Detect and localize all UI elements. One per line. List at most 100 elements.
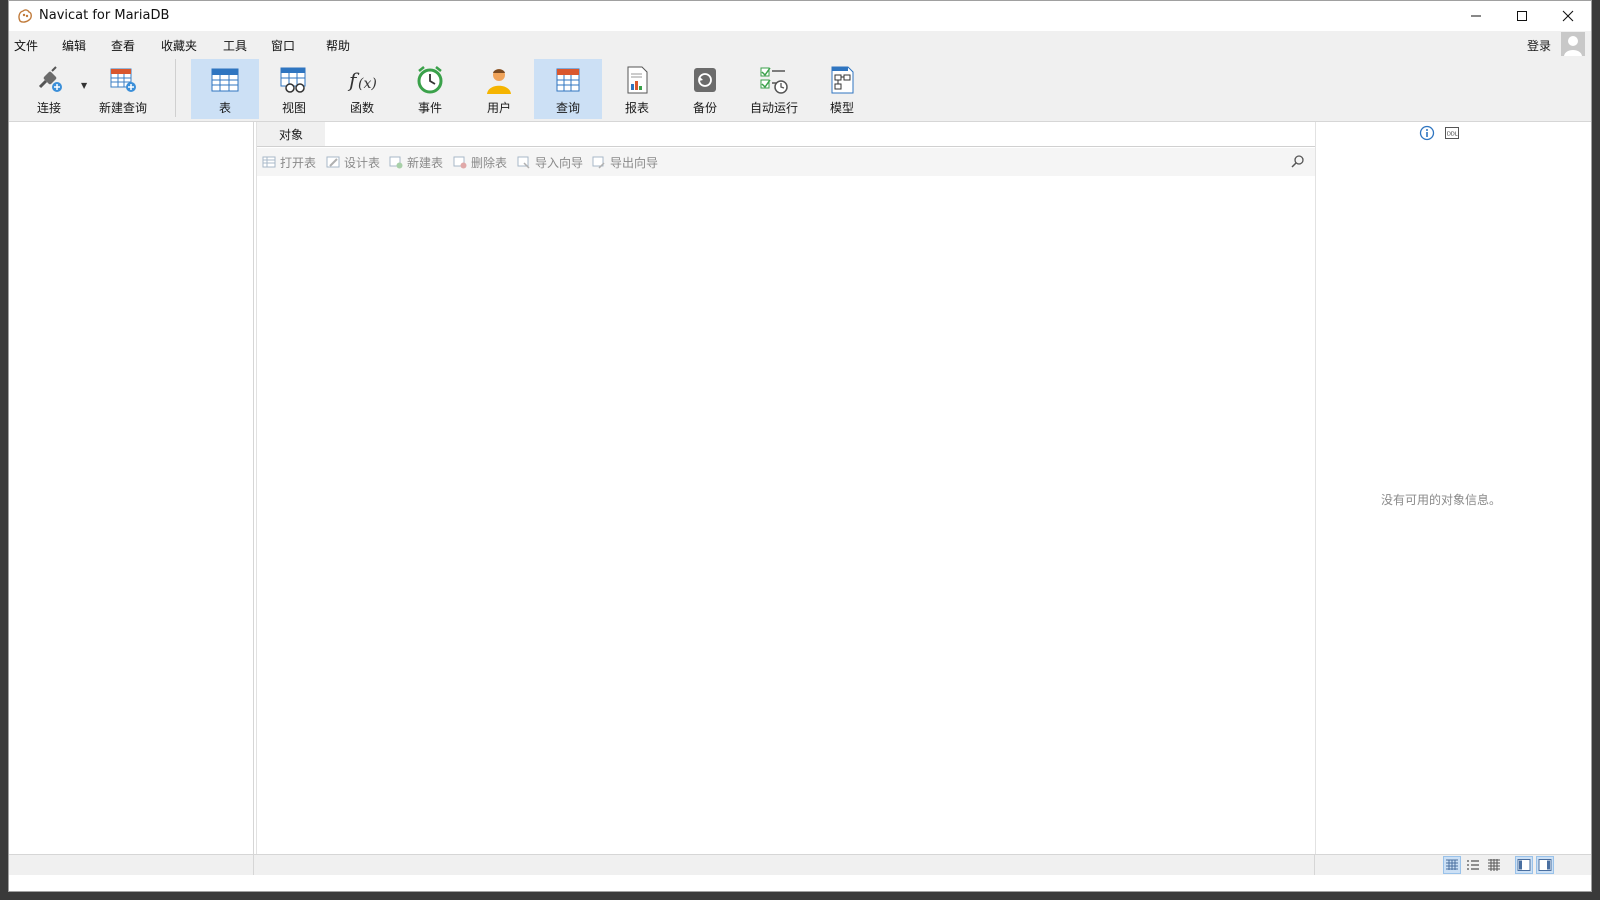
export-wizard-button[interactable]: 导出向导 [592,154,658,170]
connect-dropdown-arrow-icon[interactable]: ▼ [81,81,87,90]
maximize-icon [1517,11,1527,21]
function-icon: f (x) [347,68,377,92]
toolbar-user-button[interactable]: 用户 [465,59,533,119]
table-icon [211,68,239,92]
toolbar-model-label: 模型 [829,101,854,115]
open-table-button[interactable]: 打开表 [262,154,316,170]
toolbar-report-label: 报表 [624,101,649,115]
close-button[interactable] [1545,1,1591,31]
navicat-logo-icon [18,9,32,23]
toolbar-new-query-label: 新建查询 [98,101,147,115]
new-table-label: 新建表 [407,155,444,170]
toolbar-event-button[interactable]: 事件 [396,59,464,119]
menu-edit[interactable]: 编辑 [62,37,86,54]
delete-table-icon [453,156,467,169]
toolbar-automation-label: 自动运行 [749,101,798,115]
toolbar-table-button[interactable]: 表 [191,59,259,119]
detail-view-icon[interactable] [1486,857,1502,873]
toolbar-table-label: 表 [218,101,231,115]
tab-strip-empty-area [325,122,1315,147]
design-table-label: 设计表 [344,155,381,170]
query-icon [556,68,580,92]
toolbar-automation-button[interactable]: 自动运行 [740,59,808,119]
toggle-right-panel-icon[interactable] [1536,856,1554,874]
toolbar-event-label: 事件 [417,101,442,115]
menu-help[interactable]: 帮助 [326,37,350,54]
import-wizard-label: 导入向导 [535,155,584,170]
menu-view[interactable]: 查看 [111,37,135,54]
automation-icon [760,67,788,94]
toolbar-backup-label: 备份 [692,101,717,115]
no-object-info-message: 没有可用的对象信息。 [1380,493,1501,507]
toolbar-model-button[interactable]: 模型 [808,59,876,119]
toolbar-backup-button[interactable]: 备份 [671,59,739,119]
avatar[interactable] [1561,32,1585,56]
menu-file[interactable]: 文件 [14,37,38,54]
menu-tools[interactable]: 工具 [223,37,247,54]
toolbar-function-button[interactable]: f (x) 函数 [328,59,396,119]
delete-table-button[interactable]: 删除表 [453,154,507,170]
grid-view-icon[interactable] [1443,856,1461,874]
user-icon [487,69,511,94]
toolbar-separator [175,59,176,117]
view-icon [280,67,306,93]
toolbar-report-button[interactable]: 报表 [603,59,671,119]
new-query-icon [110,68,136,92]
menu-favorites[interactable]: 收藏夹 [161,37,197,54]
title-bar: Navicat for MariaDB [9,1,1591,31]
svg-text:DDL: DDL [1447,132,1458,138]
model-icon [831,66,854,94]
import-wizard-button[interactable]: 导入向导 [517,154,583,170]
toolbar-view-button[interactable]: 视图 [260,59,328,119]
toolbar-query-button[interactable]: 查询 [534,59,602,119]
export-wizard-label: 导出向导 [610,155,659,170]
status-divider [1314,855,1315,875]
desktop-background [0,892,1600,900]
toggle-left-panel-icon[interactable] [1515,856,1533,874]
design-table-icon [326,156,340,168]
toolbar-view-label: 视图 [281,101,306,115]
toolbar-user-label: 用户 [486,101,511,115]
list-view-icon[interactable] [1465,857,1481,873]
minimize-icon [1471,15,1481,17]
report-icon [627,66,648,94]
new-table-icon [389,156,403,169]
connection-tree-panel[interactable] [9,122,254,854]
event-clock-icon [417,66,443,94]
toolbar-function-label: 函数 [349,101,374,115]
login-link[interactable]: 登录 [1527,37,1551,54]
backup-icon [694,68,716,92]
menu-window[interactable]: 窗口 [271,37,295,54]
objects-panel: 对象 打开表 设计表 新建表 删除表 导入向导 导出向导 [256,122,1316,854]
menu-bar: 文件 编辑 查看 收藏夹 工具 窗口 帮助 登录 [9,31,1591,57]
info-icon[interactable] [1419,125,1435,141]
delete-table-label: 删除表 [471,155,508,170]
status-bar [9,854,1591,875]
app-window: Navicat for MariaDB 文件 编辑 查看 收藏夹 工具 窗口 帮… [8,0,1592,892]
object-info-panel: DDL 没有可用的对象信息。 [1316,122,1566,854]
design-table-button[interactable]: 设计表 [326,154,380,170]
main-toolbar: 连接 ▼ 新建查询 表 视图 f (x) 函数 事件 用户 查询 报表 备份 自… [9,57,1591,122]
new-table-button[interactable]: 新建表 [389,154,443,170]
connection-plug-icon [38,66,62,92]
minimize-button[interactable] [1453,1,1499,31]
close-icon [1562,10,1574,22]
toolbar-query-label: 查询 [555,101,580,115]
import-wizard-icon [517,156,530,169]
tab-objects-label: 对象 [278,127,303,142]
export-wizard-icon [592,156,605,169]
toolbar-connect-button[interactable]: 连接 [15,59,83,119]
toolbar-connect-label: 连接 [36,101,61,115]
maximize-button[interactable] [1499,1,1545,31]
svg-text:(x): (x) [358,76,377,92]
status-divider [253,855,254,875]
objects-toolbar: 打开表 设计表 新建表 删除表 导入向导 导出向导 [257,148,1315,176]
tab-objects[interactable]: 对象 [257,122,326,146]
tab-strip: 对象 [257,122,1315,147]
search-icon[interactable] [1291,154,1305,168]
window-title: Navicat for MariaDB [39,8,170,23]
open-table-label: 打开表 [280,155,317,170]
toolbar-new-query-button[interactable]: 新建查询 [89,59,157,119]
ddl-icon[interactable]: DDL [1444,125,1460,141]
open-table-icon [262,156,276,168]
